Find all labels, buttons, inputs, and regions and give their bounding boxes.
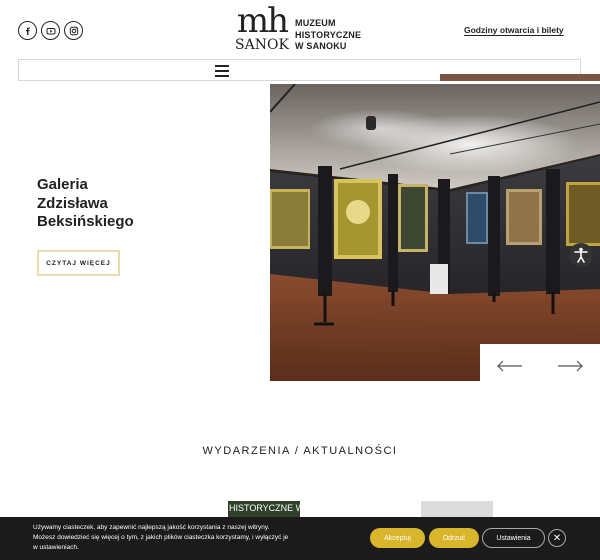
cookie-line-3: w ustawieniach. — [33, 544, 79, 551]
logo-line-3: W SANOKU — [295, 41, 347, 51]
logo-line-1: MUZEUM — [295, 18, 336, 28]
museum-logo[interactable]: mh SANOK — [235, 4, 289, 52]
close-icon[interactable]: ✕ — [548, 529, 566, 547]
logo-text[interactable]: MUZEUM HISTORYCZNE W SANOKU — [295, 18, 361, 53]
cookie-message: Używamy ciasteczek, aby zapewnić najleps… — [33, 523, 323, 553]
cookie-settings-button[interactable]: Ustawienia — [482, 528, 545, 548]
hero-image — [270, 84, 600, 381]
read-more-button[interactable]: CZYTAJ WIĘCEJ — [37, 250, 120, 276]
hero-title: Galeria Zdzisława Beksińskiego — [37, 176, 134, 232]
hero-title-line-2: Zdzisława — [37, 194, 108, 212]
hero-title-line-3: Beksińskiego — [37, 213, 134, 230]
logo-city: SANOK — [235, 37, 289, 53]
facebook-icon[interactable] — [18, 21, 37, 40]
reject-cookies-button[interactable]: Odrzuć — [429, 528, 479, 548]
cookie-line-2: Możesz dowiedzieć się więcej o tym, z ja… — [33, 534, 289, 541]
accept-cookies-button[interactable]: Akceptuj — [370, 528, 425, 548]
hero-title-line-1: Galeria — [37, 176, 88, 193]
hamburger-icon[interactable] — [215, 65, 229, 77]
news-thumbnail-text: HISTORYCZNE W — [229, 503, 300, 513]
logo-line-2: HISTORYCZNE — [295, 29, 362, 40]
logo-mark: mh — [236, 1, 289, 41]
section-title: WYDARZENIA / AKTUALNOŚCI — [202, 445, 398, 457]
youtube-icon[interactable] — [41, 21, 60, 40]
arrow-left-icon[interactable] — [497, 359, 523, 373]
cookie-line-1: Używamy ciasteczek, aby zapewnić najleps… — [33, 524, 270, 531]
accessibility-icon[interactable] — [569, 243, 593, 267]
arrow-right-icon[interactable] — [557, 359, 583, 373]
instagram-icon[interactable] — [64, 21, 83, 40]
opening-hours-link[interactable]: Godziny otwarcia i bilety — [464, 25, 564, 35]
decorative-strip — [440, 74, 600, 81]
